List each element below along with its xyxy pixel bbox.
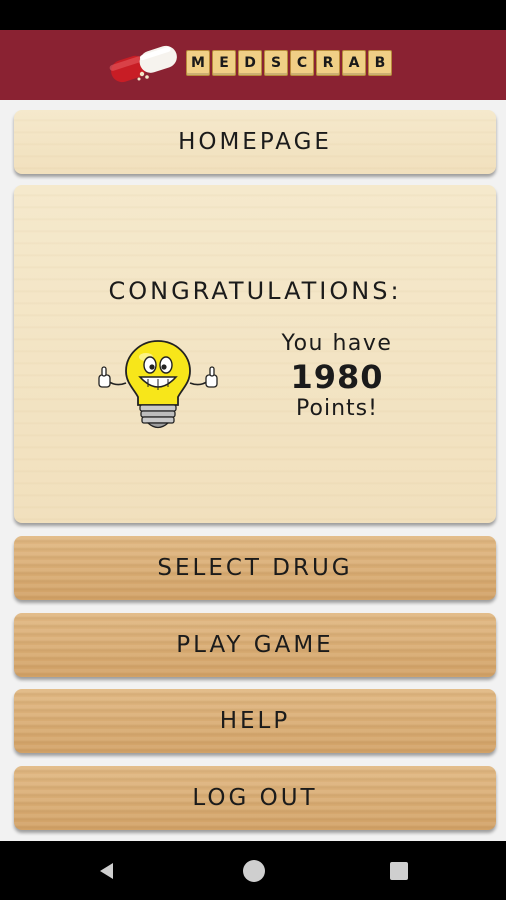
- pill-icon: [109, 45, 177, 83]
- status-bar: [0, 0, 506, 30]
- select-drug-button[interactable]: SELECT DRUG: [14, 536, 496, 600]
- system-nav-bar: [0, 841, 506, 900]
- help-button[interactable]: HELP: [14, 689, 496, 753]
- logo-tiles: M E D S C R A B: [186, 50, 392, 76]
- points-value: 1980: [290, 358, 384, 396]
- congratulations-heading: CONGRATULATIONS:: [108, 277, 402, 305]
- play-game-button[interactable]: PLAY GAME: [14, 613, 496, 677]
- back-icon[interactable]: [97, 861, 117, 881]
- logo-tile: S: [264, 50, 288, 76]
- lightbulb-mascot-icon: [98, 340, 218, 429]
- logo-tile: M: [186, 50, 210, 76]
- logo-tile: A: [342, 50, 366, 76]
- app-header: M E D S C R A B: [0, 30, 506, 100]
- logo-tile: C: [290, 50, 314, 76]
- logo-tile: E: [212, 50, 236, 76]
- logo-tile: D: [238, 50, 262, 76]
- logo-tile: B: [368, 50, 392, 76]
- home-icon[interactable]: [243, 860, 265, 882]
- logo-tile: R: [316, 50, 340, 76]
- points-intro-text: You have: [281, 331, 393, 356]
- recent-apps-icon[interactable]: [390, 862, 408, 880]
- homepage-button[interactable]: HOMEPAGE: [14, 110, 496, 174]
- log-out-button[interactable]: LOG OUT: [14, 766, 496, 830]
- points-summary: You have 1980 Points!: [272, 331, 402, 421]
- medscrab-logo: M E D S C R A B: [104, 38, 404, 90]
- points-outro-text: Points!: [296, 396, 378, 421]
- result-panel: CONGRATULATIONS: You have 1980 Points!: [14, 185, 496, 523]
